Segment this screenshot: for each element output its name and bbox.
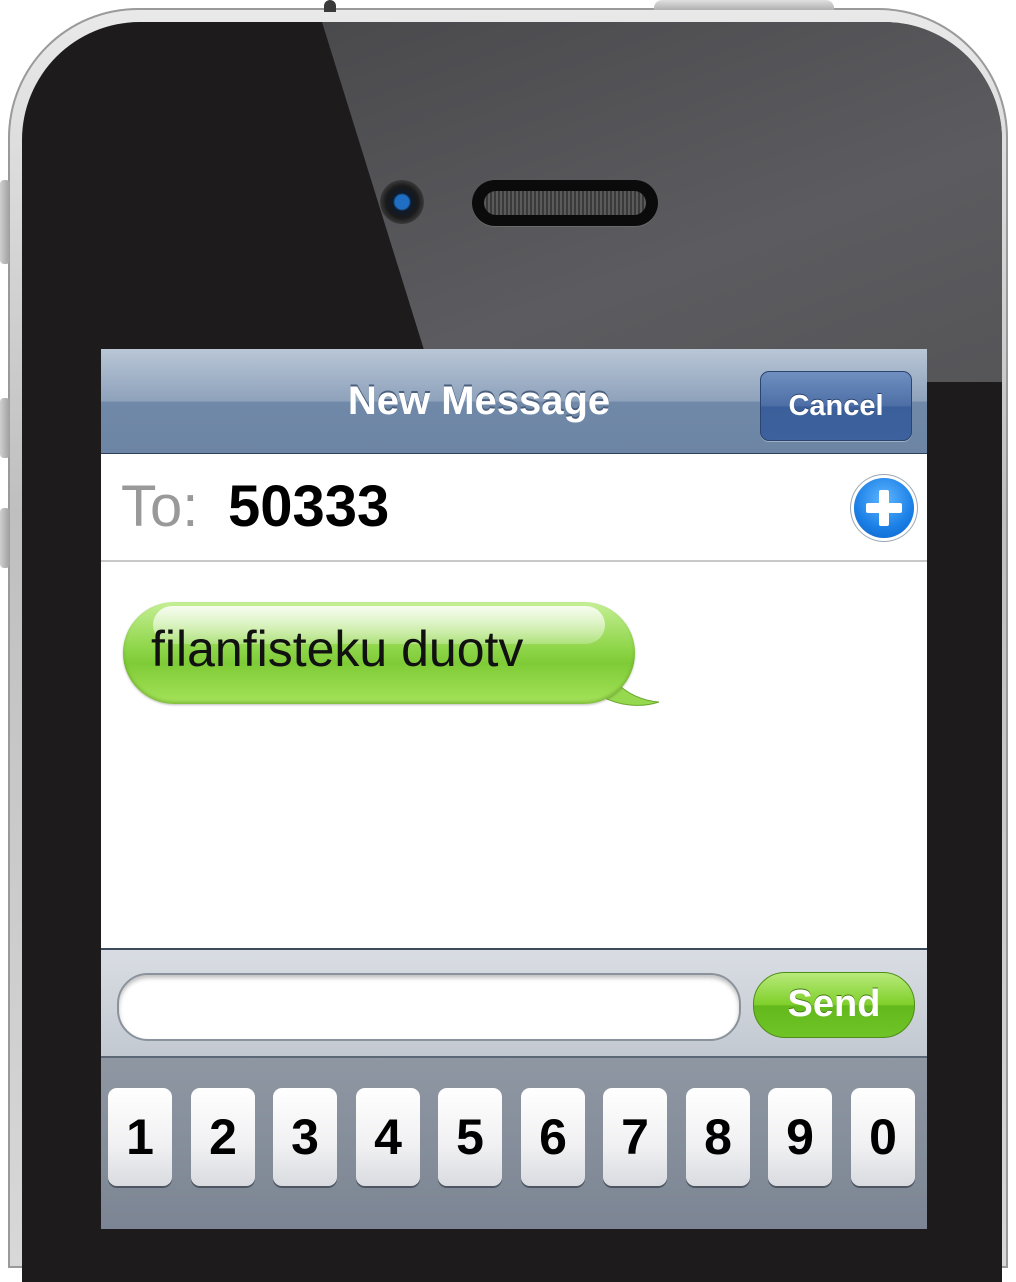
speaker-grill [484,191,646,215]
key-1[interactable]: 1 [108,1088,172,1186]
mute-switch [0,180,10,264]
message-text: filanfisteku duotv [151,621,524,677]
key-0[interactable]: 0 [851,1088,915,1186]
navigation-bar: New Message Cancel [101,349,927,454]
key-9[interactable]: 9 [768,1088,832,1186]
message-input[interactable] [117,973,741,1041]
earpiece-speaker [472,180,658,226]
volume-up-button [0,398,10,458]
volume-down-button [0,508,10,568]
key-6[interactable]: 6 [521,1088,585,1186]
keyboard: 1 2 3 4 5 6 7 8 9 0 [101,1058,927,1229]
key-5[interactable]: 5 [438,1088,502,1186]
key-2[interactable]: 2 [191,1088,255,1186]
key-3[interactable]: 3 [273,1088,337,1186]
recipient-value[interactable]: 50333 [228,474,389,540]
recipient-label: To: [121,474,199,539]
key-4[interactable]: 4 [356,1088,420,1186]
message-list: filanfisteku duotv [101,562,927,948]
cancel-button[interactable]: Cancel [760,371,912,441]
key-7[interactable]: 7 [603,1088,667,1186]
page-title: New Message [347,379,611,423]
add-contact-button[interactable] [854,478,914,538]
send-button[interactable]: Send [753,972,915,1038]
phone-screen: New Message Cancel To: 50333 filanfistek… [101,349,927,1229]
compose-bar: Send [101,948,927,1058]
power-button [654,0,834,10]
key-8[interactable]: 8 [686,1088,750,1186]
sent-message-bubble[interactable]: filanfisteku duotv [123,602,635,704]
screen-glare [322,22,1002,382]
recipient-field[interactable]: To: 50333 [101,454,927,562]
antenna-notch [324,0,336,12]
front-camera [380,180,424,224]
